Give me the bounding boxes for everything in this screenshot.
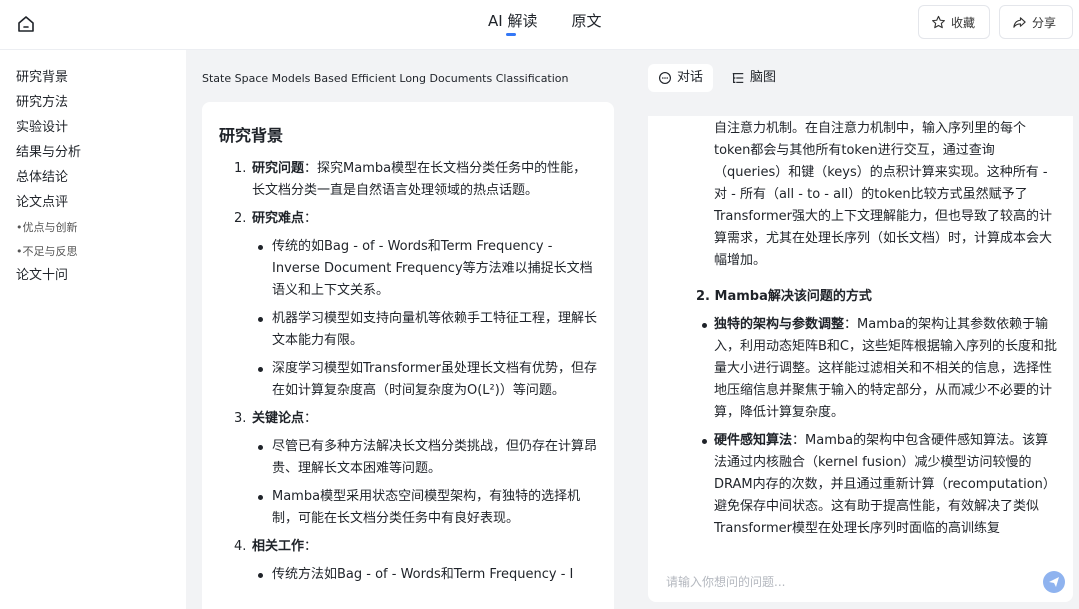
chat-bullet-item: 独特的架构与参数调整：Mamba的架构让其参数依赖于输入，利用动态矩阵B和C，这… [678, 314, 1058, 424]
content-card: 研究背景 1. 研究问题：探究Mamba模型在长文档分类任务中的性能，长文档分类… [202, 102, 614, 609]
paper-title: State Space Models Based Efficient Long … [202, 72, 569, 85]
point-text: ： [304, 411, 317, 426]
tab-chat-label: 对话 [677, 64, 703, 92]
toc-item-research-method[interactable]: 研究方法 [0, 93, 186, 118]
point-heading: 相关工作 [252, 539, 304, 554]
toc-item-ten-questions[interactable]: 论文十问 [0, 266, 186, 291]
question-input-box [648, 562, 1073, 602]
send-button[interactable] [1043, 571, 1065, 593]
list-item: 1. 研究问题：探究Mamba模型在长文档分类任务中的性能，长文档分类一直是自然… [219, 158, 597, 202]
favorite-label: 收藏 [951, 14, 975, 31]
toc-item-research-background[interactable]: 研究背景 [0, 68, 186, 93]
toc-item-experiment-design[interactable]: 实验设计 [0, 118, 186, 143]
assistant-tabs: 对话 脑图 [648, 64, 786, 92]
point-heading: 研究难点 [252, 211, 304, 226]
table-of-contents: 研究背景 研究方法 实验设计 结果与分析 总体结论 论文点评 •优点与创新 •不… [0, 50, 186, 609]
list-number: 4. [234, 536, 246, 558]
chat-bubble-icon [658, 71, 672, 85]
toc-item-strengths[interactable]: •优点与创新 [0, 218, 186, 242]
share-icon [1012, 15, 1027, 30]
point-heading: 研究问题 [252, 161, 304, 176]
list-item: 3. 关键论点： 尽管已有多种方法解决长文档分类挑战，但仍存在计算昂贵、理解长文… [219, 408, 597, 530]
tab-mindmap-label: 脑图 [750, 64, 776, 92]
list-number: 1. [234, 158, 246, 180]
list-item: 2. 研究难点： 传统的如Bag - of - Words和Term Frequ… [219, 208, 597, 402]
chat-list-heading: Mamba解决该问题的方式 [715, 289, 872, 304]
bullet-text: ：Mamba的架构让其参数依赖于输入，利用动态矩阵B和C，这些矩阵根据输入序列的… [714, 317, 1057, 420]
list-item: 4. 相关工作： 传统方法如Bag - of - Words和Term Freq… [219, 536, 597, 586]
view-tabs: AI 解读 原文 [488, 0, 601, 50]
tab-original-text[interactable]: 原文 [571, 0, 601, 50]
tab-mindmap[interactable]: 脑图 [721, 64, 786, 92]
point-heading: 关键论点 [252, 411, 304, 426]
assistant-panel: 对话 脑图 自注意力机制。在自注意力机制中，输入序列里的每个token都会与其他… [630, 50, 1079, 609]
interpretation-panel: State Space Models Based Efficient Long … [186, 50, 630, 609]
list-number: 2. [696, 289, 710, 304]
question-input[interactable] [666, 575, 1043, 589]
share-label: 分享 [1032, 14, 1056, 31]
bullet-item: Mamba模型采用状态空间模型架构，有独特的选择机制，可能在长文档分类任务中有良… [252, 486, 597, 530]
list-number: 2. [234, 208, 246, 230]
section-title: 研究背景 [219, 122, 597, 146]
bullet-heading: 独特的架构与参数调整 [714, 317, 844, 332]
mindmap-icon [731, 71, 745, 85]
top-header: AI 解读 原文 收藏 分享 [0, 0, 1079, 50]
chat-messages[interactable]: 自注意力机制。在自注意力机制中，输入序列里的每个token都会与其他所有toke… [648, 116, 1073, 586]
point-text: ： [304, 211, 317, 226]
bullet-item: 传统方法如Bag - of - Words和Term Frequency - I [252, 564, 597, 586]
bullet-item: 尽管已有多种方法解决长文档分类挑战，但仍存在计算昂贵、理解长文本困难等问题。 [252, 436, 597, 480]
bullet-heading: 硬件感知算法 [714, 433, 792, 448]
star-icon [931, 15, 946, 30]
bullet-item: 机器学习模型如支持向量机等依赖手工特征工程，理解长文本能力有限。 [252, 308, 597, 352]
tab-chat[interactable]: 对话 [648, 64, 713, 92]
toc-item-results-analysis[interactable]: 结果与分析 [0, 143, 186, 168]
send-icon [1048, 576, 1060, 588]
chat-paragraph: 自注意力机制。在自注意力机制中，输入序列里的每个token都会与其他所有toke… [678, 118, 1058, 272]
share-button[interactable]: 分享 [999, 5, 1073, 39]
home-icon[interactable] [14, 12, 38, 36]
toc-item-paper-review[interactable]: 论文点评 [0, 193, 186, 218]
favorite-button[interactable]: 收藏 [918, 5, 990, 39]
tab-ai-interpretation[interactable]: AI 解读 [488, 0, 537, 50]
bullet-item: 深度学习模型如Transformer虽处理长文档有优势，但存在如计算复杂度高（时… [252, 358, 597, 402]
toc-item-conclusion[interactable]: 总体结论 [0, 168, 186, 193]
toc-item-weaknesses[interactable]: •不足与反思 [0, 242, 186, 266]
chat-list-item: 2. Mamba解决该问题的方式 [678, 286, 1058, 308]
chat-bullet-item: 硬件感知算法：Mamba的架构中包含硬件感知算法。该算法通过内核融合（kerne… [678, 430, 1058, 540]
bullet-text: ：Mamba的架构中包含硬件感知算法。该算法通过内核融合（kernel fusi… [714, 433, 1056, 536]
list-number: 3. [234, 408, 246, 430]
bullet-item: 传统的如Bag - of - Words和Term Frequency - In… [252, 236, 597, 302]
point-text: ： [304, 539, 317, 554]
